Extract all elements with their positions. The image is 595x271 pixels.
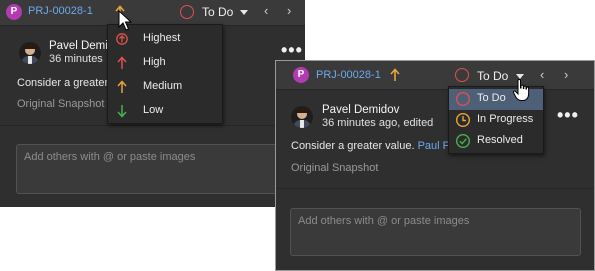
issue-header: P PRJ-00028-1 To Do ‹ › [276,61,594,90]
status-dropdown[interactable]: To Do [202,5,233,19]
next-issue-button[interactable]: › [287,3,291,18]
comment-input-placeholder: Add others with @ or paste images [298,215,470,227]
comment-text: Consider a greater [17,77,109,89]
priority-medium-icon[interactable] [390,68,400,82]
previous-issue-button[interactable]: ‹ [264,3,268,18]
priority-option-medium[interactable]: Medium [108,75,222,99]
priority-option-low[interactable]: Low [108,99,222,123]
arrow-up-icon [117,80,127,93]
comment-author: Pavel Demidov [322,104,400,116]
priority-option-high[interactable]: High [108,51,222,75]
clock-icon [455,112,471,128]
chevron-down-icon[interactable] [240,10,248,15]
status-option-in-progress[interactable]: In Progress [449,110,543,131]
status-todo-icon [180,5,194,19]
arrow-up-icon [117,56,127,69]
more-options-button[interactable]: ••• [281,40,303,61]
comment-body: Consider a greater value. [291,140,415,152]
check-circle-icon [455,133,471,149]
status-option-resolved[interactable]: Resolved [449,131,543,152]
arrow-down-icon [117,105,127,118]
avatar [19,42,41,64]
priority-highest-icon [116,33,128,45]
todo-circle-icon [455,91,471,107]
more-options-button[interactable]: ••• [557,105,579,126]
mouse-pointer-icon [118,10,132,31]
next-issue-button[interactable]: › [564,67,568,82]
comment-input-placeholder: Add others with @ or paste images [24,151,196,163]
issue-id-link[interactable]: PRJ-00028-1 [28,5,93,17]
project-badge: P [6,4,22,20]
comment-text: Consider a greater value. Paul Pa [291,140,456,152]
comment-input[interactable]: Add others with @ or paste images [16,144,303,194]
status-dropdown[interactable]: To Do [477,69,508,83]
original-snapshot-link[interactable]: Original Snapshot [17,98,104,110]
comment-timestamp: 36 minutes ago, edited [322,117,434,129]
comment-input[interactable]: Add others with @ or paste images [290,208,581,256]
avatar [291,106,313,128]
project-badge: P [293,67,309,83]
issue-id-link[interactable]: PRJ-00028-1 [316,69,381,81]
front-issue-panel: P PRJ-00028-1 To Do ‹ › Pavel Demidov 36… [275,60,595,271]
issue-header: P PRJ-00028-1 To Do ‹ › [0,0,305,26]
divider [276,188,594,189]
original-snapshot-link[interactable]: Original Snapshot [291,162,378,174]
priority-menu: Highest High Medium Low [107,24,223,124]
divider [0,125,305,126]
hand-pointer-icon [512,79,530,101]
previous-issue-button[interactable]: ‹ [540,67,544,82]
comment-timestamp: 36 minutes [49,53,103,65]
status-todo-icon [455,68,469,82]
